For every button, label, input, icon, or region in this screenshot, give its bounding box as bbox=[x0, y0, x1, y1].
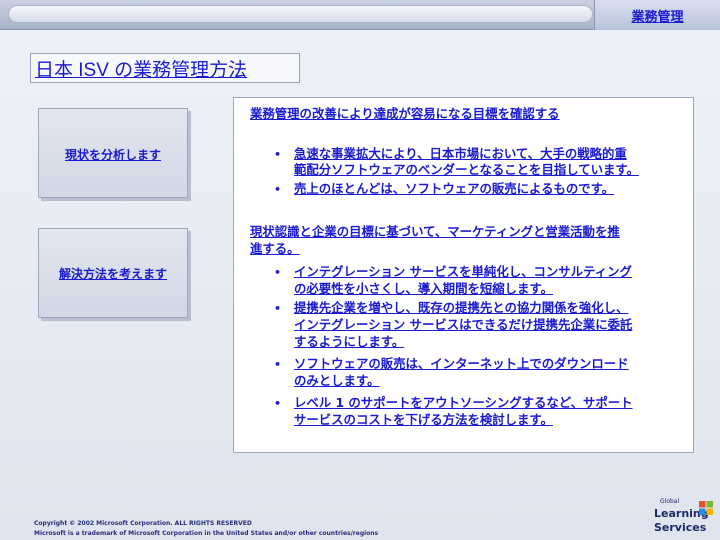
strategy-bullet-2-line-2[interactable]: インテグレーション サービスはできるだけ提携先企業に委託 bbox=[294, 317, 632, 334]
content-panel: 業務管理の改善により達成が容易になる目標を確認する • 急速な事業拡大により、日… bbox=[233, 97, 694, 453]
strategy-heading-line-2[interactable]: 進する。 bbox=[250, 241, 300, 258]
section-tab[interactable]: 業務管理 bbox=[594, 0, 720, 30]
windows-flag-icon bbox=[699, 501, 713, 515]
bullet-marker: • bbox=[274, 302, 282, 315]
strategy-bullet-3-line-1[interactable]: ソフトウェアの販売は、インターネット上でのダウンロード bbox=[294, 356, 629, 373]
goal-heading[interactable]: 業務管理の改善により達成が容易になる目標を確認する bbox=[250, 106, 560, 123]
top-bar: 業務管理 bbox=[0, 0, 720, 30]
top-bar-pill bbox=[8, 5, 593, 23]
solve-box-label[interactable]: 解決方法を考えます bbox=[39, 265, 187, 282]
logo-line-1: Global bbox=[660, 498, 680, 505]
footer-copyright: Copyright © 2002 Microsoft Corporation. … bbox=[34, 520, 252, 527]
strategy-bullet-2-line-1[interactable]: 提携先企業を増やし、既存の提携先との協力関係を強化し、 bbox=[294, 300, 628, 317]
logo-line-3: Services bbox=[654, 521, 707, 534]
strategy-bullet-1-line-1[interactable]: インテグレーション サービスを単純化し、コンサルティング bbox=[294, 264, 632, 281]
bullet-marker: • bbox=[274, 183, 282, 196]
strategy-bullet-1-line-2[interactable]: の必要性を小さくし、導入期間を短縮します。 bbox=[294, 281, 553, 298]
goal-bullet-2-line-1[interactable]: 売上のほとんどは、ソフトウェアの販売によるものです。 bbox=[294, 181, 614, 198]
solve-box[interactable]: 解決方法を考えます bbox=[38, 228, 188, 318]
page-title-box: 日本 ISV の業務管理方法 bbox=[30, 53, 300, 83]
strategy-heading-line-1[interactable]: 現状認識と企業の目標に基づいて、マーケティングと営業活動を推 bbox=[250, 224, 620, 241]
strategy-bullet-4-line-2[interactable]: サービスのコストを下げる方法を検討します。 bbox=[294, 412, 553, 429]
strategy-bullet-2-line-3[interactable]: するようにします。 bbox=[294, 334, 404, 351]
footer-trademark: Microsoft is a trademark of Microsoft Co… bbox=[34, 530, 379, 537]
bullet-marker: • bbox=[274, 148, 282, 161]
bullet-marker: • bbox=[274, 266, 282, 279]
analyze-box-label[interactable]: 現状を分析します bbox=[39, 146, 187, 163]
page-title: 日本 ISV の業務管理方法 bbox=[35, 59, 248, 81]
strategy-bullet-4-line-1[interactable]: レベル 1 のサポートをアウトソーシングするなど、サポート bbox=[294, 395, 633, 412]
analyze-box[interactable]: 現状を分析します bbox=[38, 108, 188, 198]
goal-bullet-1-line-1[interactable]: 急速な事業拡大により、日本市場において、大手の戦略的重 bbox=[294, 146, 627, 163]
strategy-bullet-3-line-2[interactable]: のみとします。 bbox=[294, 373, 380, 390]
bullet-marker: • bbox=[274, 358, 282, 371]
goal-bullet-1-line-2[interactable]: 範配分ソフトウェアのベンダーとなることを目指しています。 bbox=[294, 162, 639, 179]
global-learning-services-logo: Global Learning Services bbox=[654, 498, 714, 538]
bullet-marker: • bbox=[274, 397, 282, 410]
section-tab-label[interactable]: 業務管理 bbox=[631, 6, 683, 25]
